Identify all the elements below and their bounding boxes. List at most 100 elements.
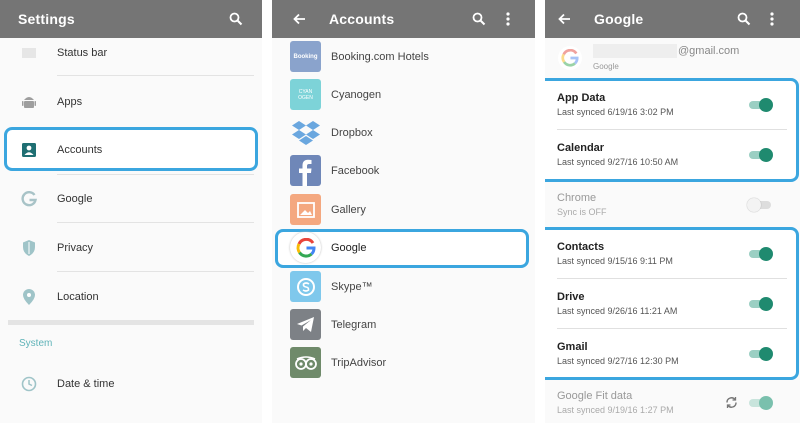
cyanogen-icon: CYAN OGEN — [290, 79, 321, 110]
settings-item-label: Status bar — [57, 46, 108, 59]
google-g-icon — [290, 232, 321, 263]
account-header: @gmail.com Google — [545, 38, 800, 76]
sync-item-chrome[interactable]: Chrome Sync is OFF — [545, 180, 800, 229]
settings-screen: Settings Status bar Apps Accounts Google — [0, 0, 262, 423]
sync-item-drive[interactable]: Drive Last synced 9/26/16 11:21 AM — [545, 279, 800, 328]
settings-item-label: Apps — [57, 95, 83, 108]
search-icon[interactable] — [733, 0, 755, 38]
more-vert-icon[interactable] — [497, 0, 519, 38]
sync-item-subtitle: Last synced 9/15/16 9:11 PM — [557, 256, 673, 266]
cyanogen-icon-text: CYAN OGEN — [298, 88, 313, 101]
section-header-system: System — [19, 338, 53, 349]
settings-item-status-bar[interactable]: Status bar — [0, 28, 262, 77]
account-item-skype[interactable]: Skype™ — [272, 268, 535, 306]
account-item-label: Google — [331, 242, 367, 254]
sync-item-subtitle: Last synced 9/26/16 11:21 AM — [557, 306, 678, 316]
sync-item-subtitle: Last synced 9/19/16 1:27 PM — [557, 405, 674, 415]
dropbox-icon — [290, 117, 321, 148]
gallery-icon — [290, 194, 321, 225]
account-item-label: Booking.com Hotels — [331, 51, 429, 63]
settings-title: Settings — [18, 11, 75, 27]
account-item-label: Skype™ — [331, 281, 373, 293]
android-icon — [18, 77, 40, 126]
clock-icon — [18, 359, 40, 408]
settings-item-apps[interactable]: Apps — [0, 77, 262, 126]
location-pin-icon — [18, 272, 40, 321]
account-item-gallery[interactable]: Gallery — [272, 191, 535, 229]
settings-item-date-time[interactable]: Date & time — [0, 359, 262, 408]
sync-item-google-fit[interactable]: Google Fit data Last synced 9/19/16 1:27… — [545, 378, 800, 423]
settings-item-label: Location — [57, 290, 99, 303]
accounts-app-bar: Accounts — [272, 0, 535, 38]
sync-toggle[interactable] — [747, 198, 773, 212]
account-item-dropbox[interactable]: Dropbox — [272, 114, 535, 152]
shield-icon — [18, 223, 40, 272]
sync-item-gmail[interactable]: Gmail Last synced 9/27/16 12:30 PM — [545, 329, 800, 378]
settings-item-label: Date & time — [57, 377, 115, 390]
account-email: @gmail.com — [678, 45, 740, 57]
account-item-label: Cyanogen — [331, 89, 382, 101]
sync-item-app-data[interactable]: App Data Last synced 6/19/16 3:02 PM — [545, 80, 800, 129]
more-vert-icon[interactable] — [761, 0, 783, 38]
sync-toggle[interactable] — [747, 247, 773, 261]
google-g-icon — [558, 46, 582, 70]
sync-item-title: Calendar — [557, 142, 605, 154]
sync-item-title: Chrome — [557, 192, 597, 204]
back-arrow-icon[interactable] — [288, 0, 310, 38]
accounts-title: Accounts — [329, 11, 395, 27]
redacted-email — [593, 44, 677, 58]
sync-item-title: App Data — [557, 92, 606, 104]
sync-item-subtitle: Last synced 9/27/16 10:50 AM — [557, 157, 679, 167]
account-icon — [18, 125, 40, 174]
telegram-icon — [290, 309, 321, 340]
account-item-label: Dropbox — [331, 127, 373, 139]
sync-item-subtitle: Last synced 9/27/16 12:30 PM — [557, 356, 679, 366]
settings-item-privacy[interactable]: Privacy — [0, 223, 262, 272]
account-item-label: Facebook — [331, 165, 380, 177]
sync-item-subtitle: Sync is OFF — [557, 207, 607, 217]
account-item-booking[interactable]: Booking Booking.com Hotels — [272, 38, 535, 76]
account-item-label: TripAdvisor — [331, 357, 387, 369]
sync-item-title: Drive — [557, 291, 585, 303]
google-sync-screen: Google @gmail.com Google App Data Last s… — [545, 0, 800, 423]
google-g-icon — [18, 174, 40, 223]
sync-item-title: Contacts — [557, 241, 605, 253]
sync-toggle[interactable] — [747, 297, 773, 311]
settings-item-accounts[interactable]: Accounts — [0, 125, 262, 174]
booking-icon-text: Booking — [293, 53, 318, 60]
sync-item-contacts[interactable]: Contacts Last synced 9/15/16 9:11 PM — [545, 229, 800, 278]
section-separator — [8, 320, 254, 325]
account-item-cyanogen[interactable]: CYAN OGEN Cyanogen — [272, 76, 535, 114]
account-item-tripadvisor[interactable]: TripAdvisor — [272, 344, 535, 382]
sync-item-subtitle: Last synced 6/19/16 3:02 PM — [557, 107, 674, 117]
search-icon[interactable] — [468, 0, 490, 38]
account-item-facebook[interactable]: Facebook — [272, 152, 535, 190]
sync-toggle[interactable] — [747, 148, 773, 162]
facebook-icon — [290, 155, 321, 186]
tripadvisor-icon — [290, 347, 321, 378]
account-item-telegram[interactable]: Telegram — [272, 306, 535, 344]
back-arrow-icon[interactable] — [553, 0, 575, 38]
sync-item-calendar[interactable]: Calendar Last synced 9/27/16 10:50 AM — [545, 130, 800, 179]
sync-toggle[interactable] — [747, 98, 773, 112]
skype-icon — [290, 271, 321, 302]
sync-refresh-icon — [725, 396, 738, 414]
accounts-screen: Accounts Booking Booking.com Hotels CYAN… — [272, 0, 535, 423]
sync-item-title: Google Fit data — [557, 390, 633, 402]
settings-item-label: Privacy — [57, 241, 94, 254]
booking-icon: Booking — [290, 41, 321, 72]
settings-item-google[interactable]: Google — [0, 174, 262, 223]
settings-item-label: Google — [57, 192, 93, 205]
account-item-google[interactable]: Google — [272, 229, 535, 267]
sync-toggle[interactable] — [747, 347, 773, 361]
settings-item-label: Accounts — [57, 143, 103, 156]
settings-item-location[interactable]: Location — [0, 272, 262, 321]
google-title: Google — [594, 11, 644, 27]
sync-toggle[interactable] — [747, 396, 773, 410]
account-type: Google — [593, 62, 619, 71]
account-item-label: Telegram — [331, 319, 377, 331]
status-bar-icon — [18, 28, 40, 77]
sync-item-title: Gmail — [557, 341, 588, 353]
google-app-bar: Google — [545, 0, 800, 38]
account-item-label: Gallery — [331, 204, 366, 216]
